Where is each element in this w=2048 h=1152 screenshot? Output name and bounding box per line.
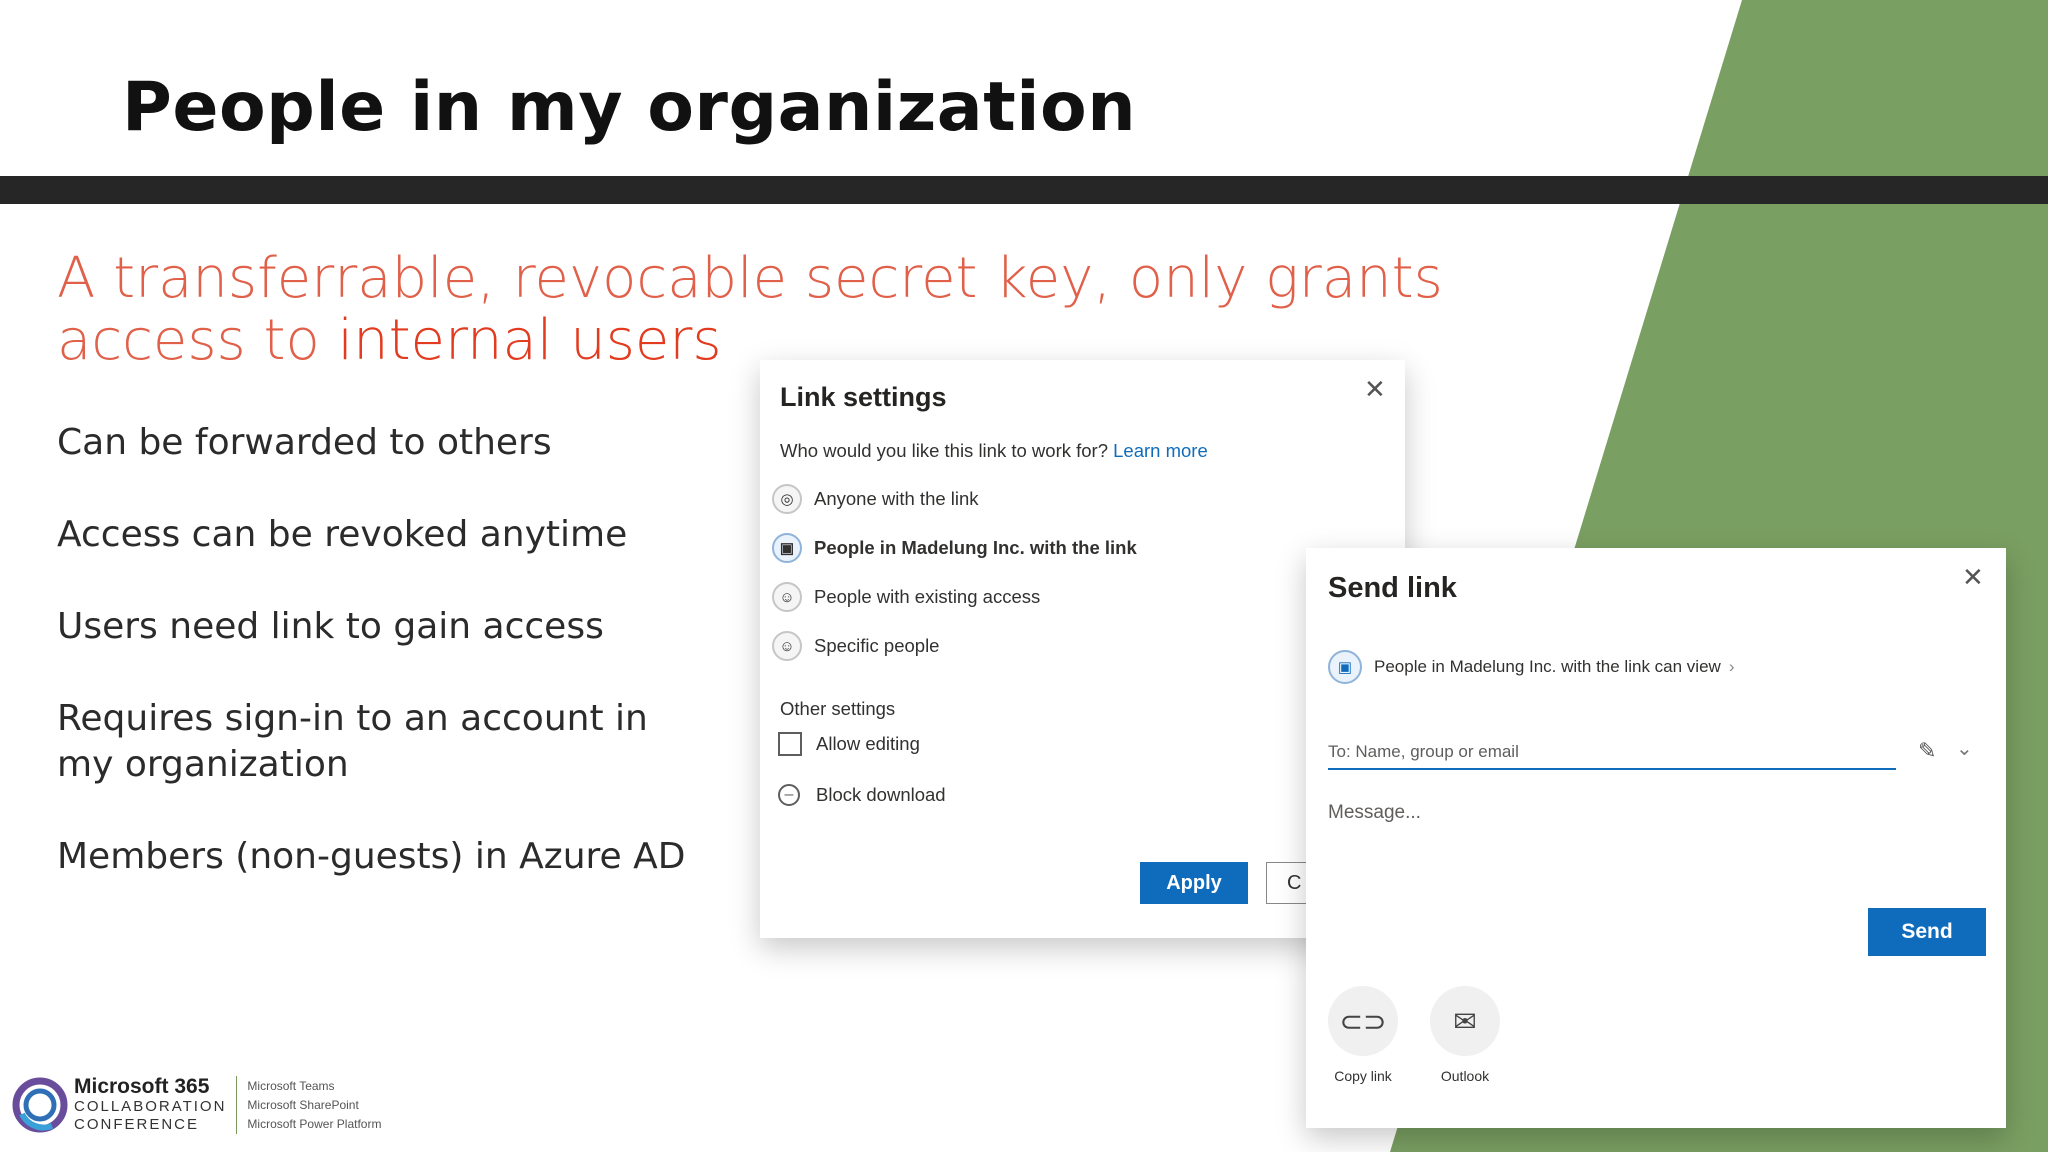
question-text: Who would you like this link to work for… xyxy=(780,440,1108,461)
option-anyone[interactable]: ◎ Anyone with the link xyxy=(772,484,979,514)
title-bar xyxy=(0,176,2048,204)
copy-link-label: Copy link xyxy=(1334,1068,1392,1084)
slide-subtitle: A transferrable, revocable secret key, o… xyxy=(57,248,1477,372)
logo-product: Microsoft SharePoint xyxy=(247,1097,359,1112)
link-question: Who would you like this link to work for… xyxy=(780,440,1208,462)
subtitle-text: A transferrable, revocable secret key, o… xyxy=(57,246,1443,373)
outlook-button[interactable]: ✉ Outlook xyxy=(1420,986,1510,1084)
option-label: People in Madelung Inc. with the link xyxy=(814,537,1137,558)
logo-line-1: Microsoft 365 xyxy=(74,1075,210,1098)
checkbox-box[interactable] xyxy=(778,732,802,756)
scope-label: People in Madelung Inc. with the link ca… xyxy=(1374,657,1721,676)
logo-product: Microsoft Power Platform xyxy=(247,1116,382,1131)
block-download-toggle[interactable]: – Block download xyxy=(778,784,946,806)
block-download-label: Block download xyxy=(816,784,946,805)
apply-button[interactable]: Apply xyxy=(1140,862,1248,904)
option-existing-access[interactable]: ☺ People with existing access xyxy=(772,582,1040,612)
logo-text: Microsoft 365 COLLABORATION CONFERENCE xyxy=(74,1076,226,1134)
dialog-title: Send link xyxy=(1328,572,1457,604)
logo-line-3: CONFERENCE xyxy=(74,1116,200,1133)
option-organization[interactable]: ▣ People in Madelung Inc. with the link xyxy=(772,533,1137,563)
message-input[interactable] xyxy=(1328,802,1888,862)
allow-editing-checkbox[interactable]: Allow editing xyxy=(778,732,920,756)
chevron-right-icon: › xyxy=(1728,657,1735,676)
allow-editing-label: Allow editing xyxy=(816,733,920,754)
close-icon[interactable]: ✕ xyxy=(1364,376,1386,402)
people-icon: ☺ xyxy=(772,582,802,612)
bullet-item: Requires sign-in to an account in my org… xyxy=(57,698,648,785)
option-label: Anyone with the link xyxy=(814,488,979,509)
people-icon: ☺ xyxy=(772,631,802,661)
close-icon[interactable]: ✕ xyxy=(1962,564,1984,590)
bullet-item: Can be forwarded to others xyxy=(57,422,552,463)
link-scope[interactable]: ▣ People in Madelung Inc. with the link … xyxy=(1328,650,1734,684)
logo-products: Microsoft Teams Microsoft SharePoint Mic… xyxy=(247,1077,381,1134)
option-specific-people[interactable]: ☺ Specific people xyxy=(772,631,939,661)
slide-title: People in my organization xyxy=(122,68,1137,147)
building-icon: ▣ xyxy=(772,533,802,563)
option-label: People with existing access xyxy=(814,586,1041,607)
send-button[interactable]: Send xyxy=(1868,908,1986,956)
building-icon: ▣ xyxy=(1328,650,1362,684)
conference-logo: Microsoft 365 COLLABORATION CONFERENCE M… xyxy=(12,1074,381,1136)
logo-separator xyxy=(236,1076,238,1134)
copy-link-button[interactable]: ⊂⊃ Copy link xyxy=(1318,986,1408,1084)
send-link-dialog: Send link ✕ ▣ People in Madelung Inc. wi… xyxy=(1306,548,2006,1128)
globe-icon: ◎ xyxy=(772,484,802,514)
option-label: Specific people xyxy=(814,635,940,656)
recipient-input[interactable] xyxy=(1328,736,1896,770)
logo-product: Microsoft Teams xyxy=(247,1078,335,1093)
bullet-item: Access can be revoked anytime xyxy=(57,514,628,555)
minus-circle-icon: – xyxy=(778,784,800,806)
logo-line-2: COLLABORATION xyxy=(74,1098,227,1115)
pin-icon[interactable]: ✎ xyxy=(1918,738,1936,764)
outlook-label: Outlook xyxy=(1440,1068,1490,1084)
logo-ring-icon xyxy=(12,1077,68,1133)
bullet-item: Users need link to gain access xyxy=(57,606,604,647)
bullet-item: Members (non-guests) in Azure AD xyxy=(57,836,686,877)
outlook-icon: ✉ xyxy=(1430,986,1500,1056)
other-settings-heading: Other settings xyxy=(780,698,896,719)
dialog-title: Link settings xyxy=(780,382,947,412)
learn-more-link[interactable]: Learn more xyxy=(1113,440,1208,461)
link-icon: ⊂⊃ xyxy=(1328,986,1398,1056)
subtitle-emphasis: internal users xyxy=(337,308,722,373)
chevron-down-icon[interactable]: ⌄ xyxy=(1956,736,1973,761)
